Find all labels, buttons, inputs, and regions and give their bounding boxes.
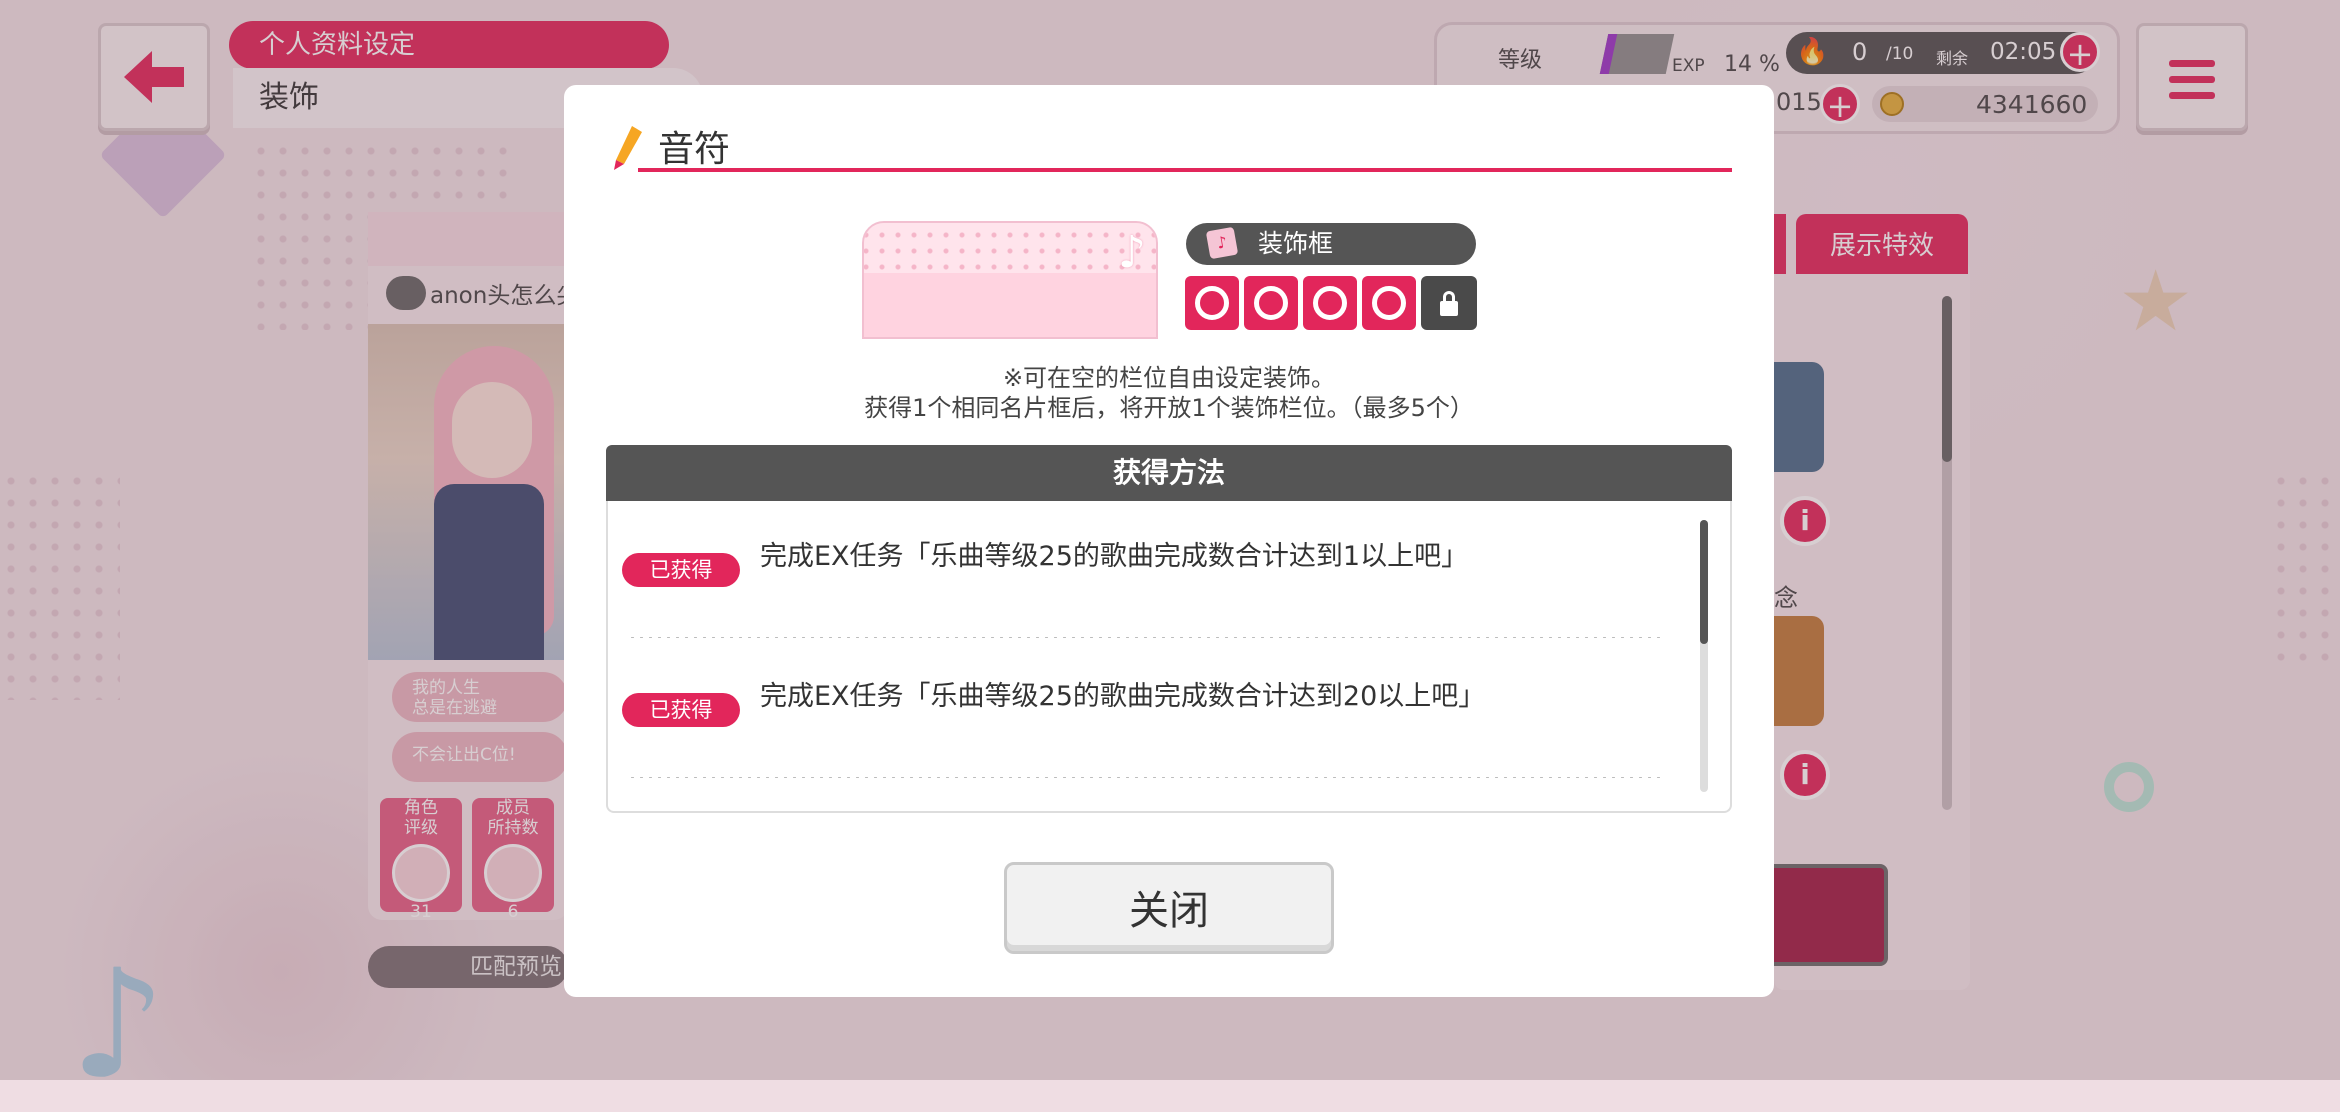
decoration-frame-label: ♪ 装饰框 <box>1186 223 1476 265</box>
modal-title: 音符 <box>658 129 731 170</box>
empty-slot-icon <box>1313 286 1347 320</box>
decoration-slot[interactable] <box>1244 276 1298 330</box>
note-line-2: 获得1个相同名片框后，将开放1个装饰栏位。（最多5个） <box>864 394 1474 422</box>
empty-slot-icon <box>1254 286 1288 320</box>
obtain-item-text: 完成EX任务「乐曲等级25的歌曲完成数合计达到1以上吧」 <box>760 541 1469 572</box>
obtain-item-text: 完成EX任务「乐曲等级25的歌曲完成数合计达到20以上吧」 <box>760 681 1486 712</box>
close-button[interactable]: 关闭 <box>1004 862 1334 954</box>
obtain-scrollbar[interactable] <box>1700 520 1708 792</box>
obtain-method-header: 获得方法 <box>606 445 1732 501</box>
pen-icon <box>614 126 642 170</box>
obtained-badge: 已获得 <box>622 693 740 727</box>
frame-preview-top <box>864 223 1156 273</box>
obtain-scroll-thumb[interactable] <box>1700 520 1708 644</box>
frame-preview: ♪ <box>862 221 1158 339</box>
dotted-divider <box>628 776 1662 779</box>
lock-icon-body <box>1440 301 1458 316</box>
decoration-slot[interactable] <box>1185 276 1239 330</box>
music-note-icon: ♪ <box>1117 227 1146 278</box>
decoration-slot[interactable] <box>1303 276 1357 330</box>
dotted-divider <box>628 636 1662 639</box>
title-underline <box>638 168 1732 172</box>
empty-slot-icon <box>1195 286 1229 320</box>
decoration-slot[interactable] <box>1362 276 1416 330</box>
locked-slot <box>1421 276 1477 330</box>
decoration-frame-text: 装饰框 <box>1258 229 1334 258</box>
frame-icon: ♪ <box>1205 226 1239 260</box>
empty-slot-icon <box>1372 286 1406 320</box>
obtained-badge: 已获得 <box>622 553 740 587</box>
